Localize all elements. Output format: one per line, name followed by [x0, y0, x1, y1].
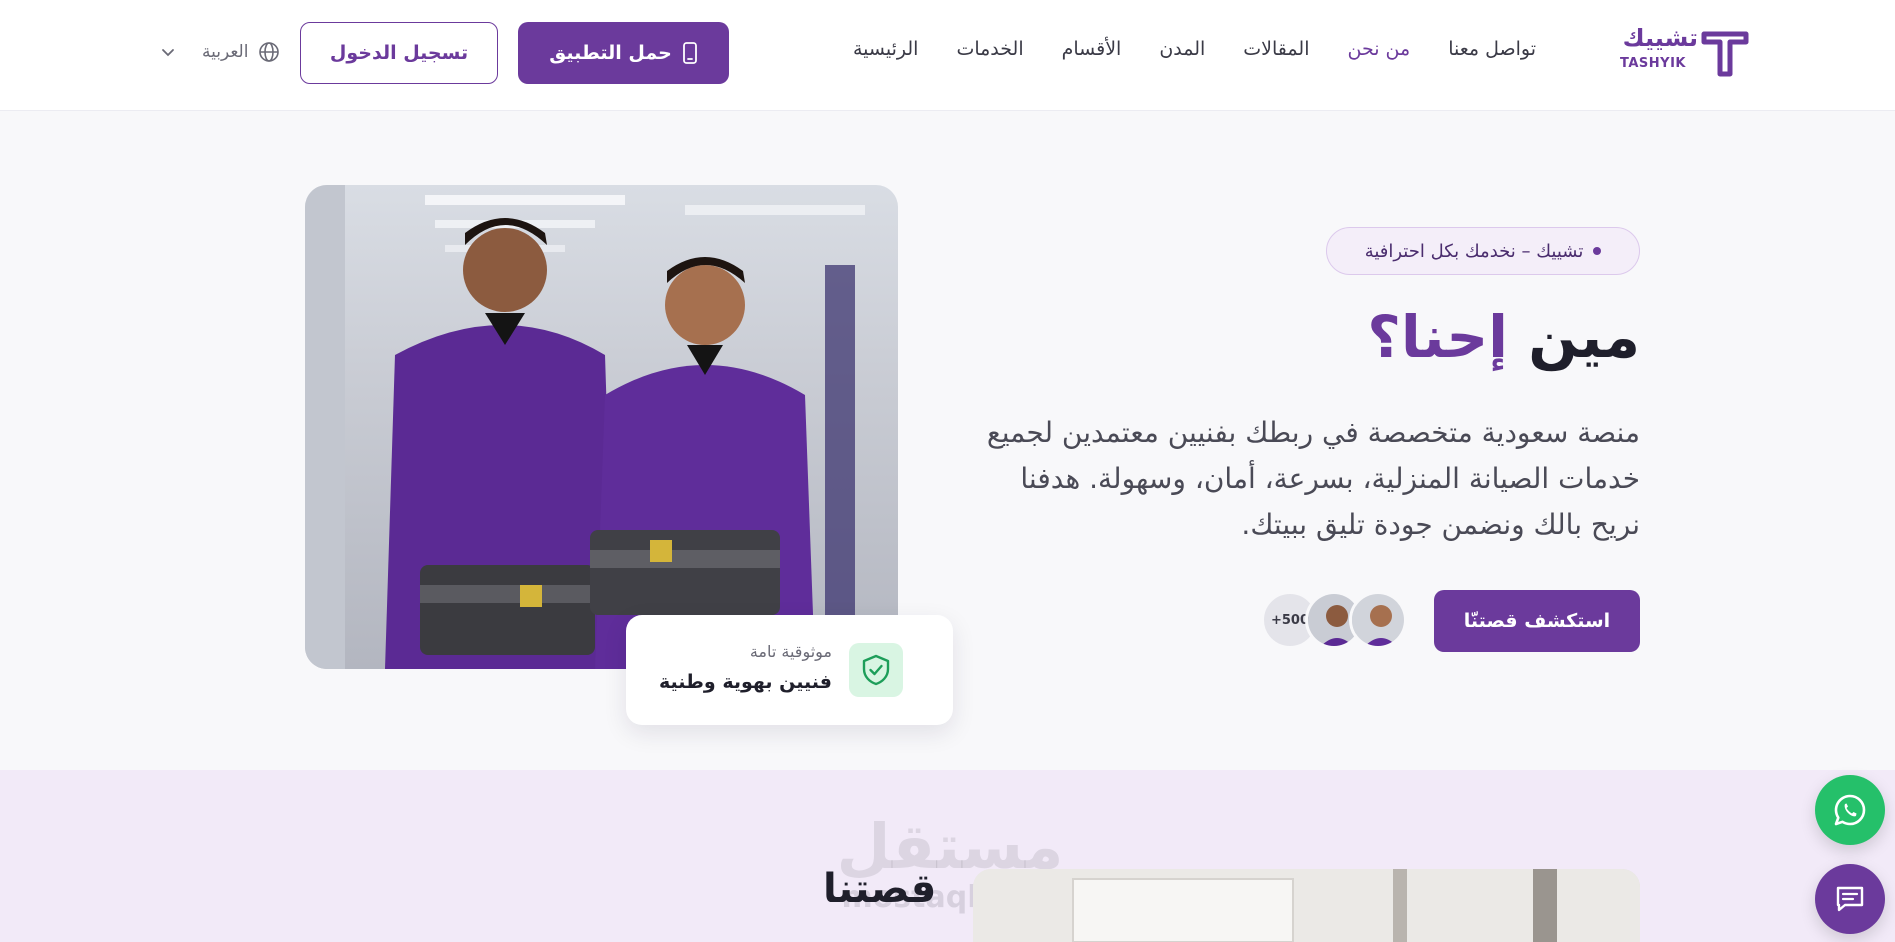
trust-badge-title: موثوقية تامة: [749, 642, 832, 661]
chat-button[interactable]: [1815, 864, 1885, 934]
nav-item-articles[interactable]: المقالات: [1243, 38, 1309, 60]
phone-icon: [682, 42, 697, 64]
story-photo: [973, 869, 1640, 942]
nav-item-cities[interactable]: المدن: [1159, 38, 1205, 60]
hero-title: مين إحنا؟: [1367, 303, 1640, 371]
language-selector[interactable]: العربية: [160, 38, 280, 66]
explore-story-label: استكشف قصتنّا: [1463, 610, 1611, 632]
trust-badge-card: موثوقية تامة فنيين بهوية وطنية: [626, 615, 953, 725]
site-header: تشييك TASHYIK الرئيسية الخدمات الأقسام ا…: [0, 0, 1895, 111]
whatsapp-icon: [1834, 794, 1866, 826]
technicians-illustration: [305, 185, 865, 669]
technicians-photo: [305, 185, 898, 669]
globe-icon: [259, 42, 280, 62]
login-button[interactable]: تسجيل الدخول: [300, 22, 498, 84]
hero-tagline-pill: تشييك – نخدمك بكل احترافية: [1326, 227, 1640, 275]
trust-badge-subtitle: فنيين بهوية وطنية: [658, 671, 832, 693]
nav-item-services[interactable]: الخدمات: [956, 38, 1023, 60]
avatars-count-label: +500: [1270, 612, 1310, 628]
explore-story-button[interactable]: استكشف قصتنّا: [1434, 590, 1640, 652]
shield-check-icon: [849, 643, 903, 697]
hero-title-plain: مين: [1528, 303, 1640, 371]
hero-description: منصة سعودية متخصصة في ربطك بفنيين معتمدي…: [986, 416, 1640, 541]
nav-item-about[interactable]: من نحن: [1347, 38, 1410, 60]
nav-item-categories[interactable]: الأقسام: [1062, 38, 1122, 60]
login-label: تسجيل الدخول: [329, 42, 469, 64]
avatar: [1349, 591, 1407, 649]
download-app-button[interactable]: حمل التطبيق: [518, 22, 729, 84]
logo-text-ar: تشييك: [1622, 24, 1698, 52]
chevron-down-icon: [162, 49, 174, 57]
whatsapp-button[interactable]: [1815, 775, 1885, 845]
pill-label: تشييك – نخدمك بكل احترافية: [1364, 240, 1584, 262]
pill-dot: [1593, 247, 1602, 255]
story-title: قصتنا: [823, 866, 937, 912]
technician-avatars: +500: [1261, 591, 1408, 649]
chat-icon: [1836, 886, 1864, 912]
hero-title-accent: إحنا؟: [1367, 303, 1509, 371]
logo-mark-icon: [1701, 31, 1749, 77]
nav-item-home[interactable]: الرئيسية: [853, 38, 918, 60]
nav-item-contact[interactable]: تواصل معنا: [1448, 38, 1536, 60]
logo-text-en: TASHYIK: [1620, 56, 1686, 71]
download-app-label: حمل التطبيق: [549, 42, 672, 64]
main-nav: الرئيسية الخدمات الأقسام المدن المقالات …: [853, 38, 1536, 60]
language-label: العربية: [202, 42, 249, 62]
